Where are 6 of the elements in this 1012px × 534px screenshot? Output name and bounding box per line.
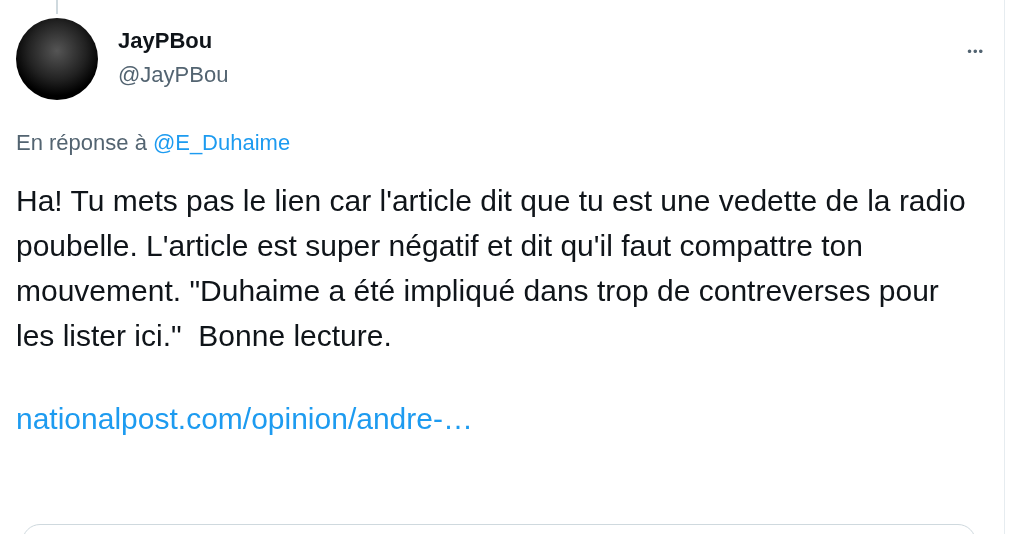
author-name[interactable]: JayPBou: [118, 28, 229, 54]
tweet-text: Ha! Tu mets pas le lien car l'article dit que tu est une vedette de la radio poubelle. L'article est super négatif et dit qu'il faut compattre ton mouvement. "Duhaime a été impliqué dans trop de contreverses pour les lister ici." Bonne lecture.: [16, 183, 966, 354]
author-handle[interactable]: @JayPBou: [118, 62, 229, 88]
thread-line: [56, 0, 58, 14]
more-options-button[interactable]: •••: [963, 40, 988, 63]
reply-label: En réponse à: [16, 130, 147, 156]
